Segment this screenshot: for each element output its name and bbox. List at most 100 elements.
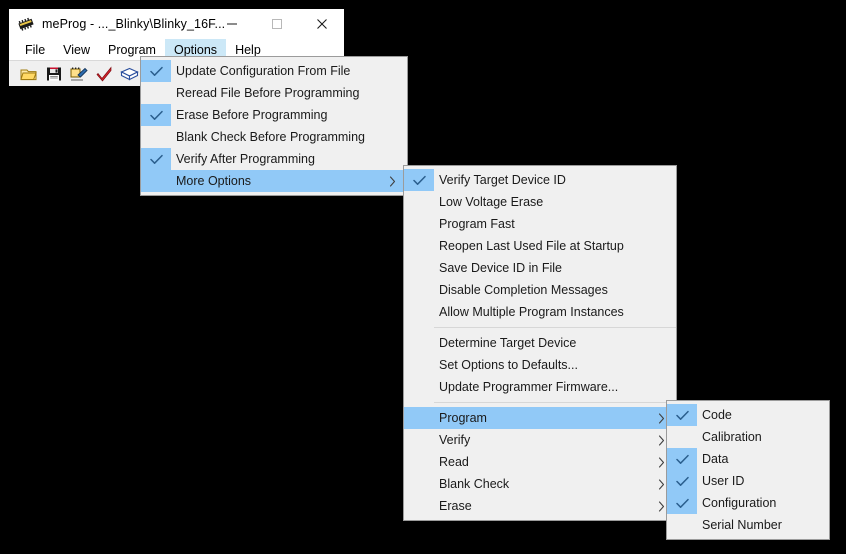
check-slot	[404, 495, 434, 517]
menu-item-calibration[interactable]: Calibration	[667, 426, 829, 448]
menu-item-label: Save Device ID in File	[439, 261, 562, 275]
menu-item-verify[interactable]: Verify	[404, 429, 676, 451]
menu-item-label: Disable Completion Messages	[439, 283, 608, 297]
check-icon	[141, 148, 171, 170]
check-slot	[404, 235, 434, 257]
menu-item-reopen-last-used-file-at-startup[interactable]: Reopen Last Used File at Startup	[404, 235, 676, 257]
check-slot	[404, 279, 434, 301]
menu-item-determine-target-device[interactable]: Determine Target Device	[404, 332, 676, 354]
chip-icon	[17, 16, 35, 32]
menubar-label: File	[25, 42, 46, 57]
chevron-right-icon	[658, 473, 665, 495]
menu-item-label: Determine Target Device	[439, 336, 577, 350]
check-slot	[404, 473, 434, 495]
menu-item-allow-multiple-program-instances[interactable]: Allow Multiple Program Instances	[404, 301, 676, 323]
menu-item-label: Data	[702, 452, 729, 466]
check-slot	[404, 429, 434, 451]
check-icon	[667, 448, 697, 470]
chevron-right-icon	[658, 451, 665, 473]
menu-item-label: Program Fast	[439, 217, 515, 231]
menu-item-low-voltage-erase[interactable]: Low Voltage Erase	[404, 191, 676, 213]
screen: meProg - ..._Blinky\Blinky_16F... File V…	[0, 0, 846, 554]
menu-item-more-options[interactable]: More Options	[141, 170, 407, 192]
menu-item-label: Verify	[439, 433, 471, 447]
chevron-right-icon	[658, 407, 665, 429]
chevron-right-icon	[389, 170, 396, 192]
check-slot	[141, 126, 171, 148]
menu-separator	[434, 327, 676, 328]
menu-item-label: Code	[702, 408, 732, 422]
check-icon	[667, 470, 697, 492]
menubar-label: Options	[173, 42, 218, 57]
menu-item-label: Set Options to Defaults...	[439, 358, 578, 372]
menu-item-disable-completion-messages[interactable]: Disable Completion Messages	[404, 279, 676, 301]
menu-item-reread-file-before-programming[interactable]: Reread File Before Programming	[141, 82, 407, 104]
check-slot	[141, 170, 171, 192]
check-slot	[404, 332, 434, 354]
menu-item-update-configuration-from-file[interactable]: Update Configuration From File	[141, 60, 407, 82]
check-slot	[404, 407, 434, 429]
menu-item-serial-number[interactable]: Serial Number	[667, 514, 829, 536]
menu-item-label: Update Programmer Firmware...	[439, 380, 619, 394]
menu-item-label: Erase Before Programming	[176, 108, 328, 122]
check-icon	[667, 492, 697, 514]
menubar-item-file[interactable]: File	[16, 39, 54, 60]
menu-item-code[interactable]: Code	[667, 404, 829, 426]
menubar-label: Program	[108, 42, 156, 57]
menu-separator	[434, 402, 676, 403]
close-button[interactable]	[299, 9, 344, 39]
menu-item-verify-target-device-id[interactable]: Verify Target Device ID	[404, 169, 676, 191]
menubar-item-view[interactable]: View	[54, 39, 99, 60]
menu-item-blank-check-before-programming[interactable]: Blank Check Before Programming	[141, 126, 407, 148]
menu-item-label: Configuration	[702, 496, 777, 510]
title-bar: meProg - ..._Blinky\Blinky_16F...	[9, 9, 344, 39]
menu-item-set-options-to-defaults[interactable]: Set Options to Defaults...	[404, 354, 676, 376]
menu-item-label: Reopen Last Used File at Startup	[439, 239, 624, 253]
menu-item-label: Read	[439, 455, 469, 469]
program-submenu: Code Calibration Data User ID Configurat…	[666, 400, 830, 540]
chevron-right-icon	[658, 495, 665, 517]
verify-icon[interactable]	[94, 64, 114, 84]
check-icon	[141, 60, 171, 82]
maximize-button[interactable]	[254, 9, 299, 39]
minimize-button[interactable]	[209, 9, 254, 39]
menu-item-data[interactable]: Data	[667, 448, 829, 470]
menu-item-label: Verify Target Device ID	[439, 173, 566, 187]
menu-item-save-device-id-in-file[interactable]: Save Device ID in File	[404, 257, 676, 279]
menu-item-label: More Options	[176, 174, 252, 188]
save-file-icon[interactable]	[44, 64, 64, 84]
menu-item-label: Blank Check Before Programming	[176, 130, 365, 144]
chevron-right-icon	[658, 429, 665, 451]
menu-item-program[interactable]: Program	[404, 407, 676, 429]
check-icon	[404, 169, 434, 191]
check-icon	[667, 404, 697, 426]
read-icon[interactable]	[119, 64, 139, 84]
menu-item-label: Allow Multiple Program Instances	[439, 305, 624, 319]
menubar-label: View	[63, 42, 91, 57]
options-menu: Update Configuration From File Reread Fi…	[140, 56, 408, 196]
menu-item-blank-check[interactable]: Blank Check	[404, 473, 676, 495]
open-file-icon[interactable]	[19, 64, 39, 84]
menubar-label: Help	[235, 42, 261, 57]
menu-item-erase[interactable]: Erase	[404, 495, 676, 517]
menu-item-label: Verify After Programming	[176, 152, 315, 166]
program-device-icon[interactable]	[69, 64, 89, 84]
check-slot	[404, 257, 434, 279]
window-title: meProg - ..._Blinky\Blinky_16F...	[42, 17, 226, 31]
menu-item-erase-before-programming[interactable]: Erase Before Programming	[141, 104, 407, 126]
menu-item-configuration[interactable]: Configuration	[667, 492, 829, 514]
menu-item-program-fast[interactable]: Program Fast	[404, 213, 676, 235]
check-slot	[404, 301, 434, 323]
check-slot	[404, 376, 434, 398]
check-icon	[141, 104, 171, 126]
menu-item-verify-after-programming[interactable]: Verify After Programming	[141, 148, 407, 170]
menu-item-read[interactable]: Read	[404, 451, 676, 473]
menu-item-user-id[interactable]: User ID	[667, 470, 829, 492]
check-slot	[404, 213, 434, 235]
menu-item-label: Serial Number	[702, 518, 782, 532]
check-slot	[667, 426, 697, 448]
menu-item-update-programmer-firmware[interactable]: Update Programmer Firmware...	[404, 376, 676, 398]
menu-item-label: Reread File Before Programming	[176, 86, 360, 100]
check-slot	[404, 354, 434, 376]
check-slot	[404, 191, 434, 213]
